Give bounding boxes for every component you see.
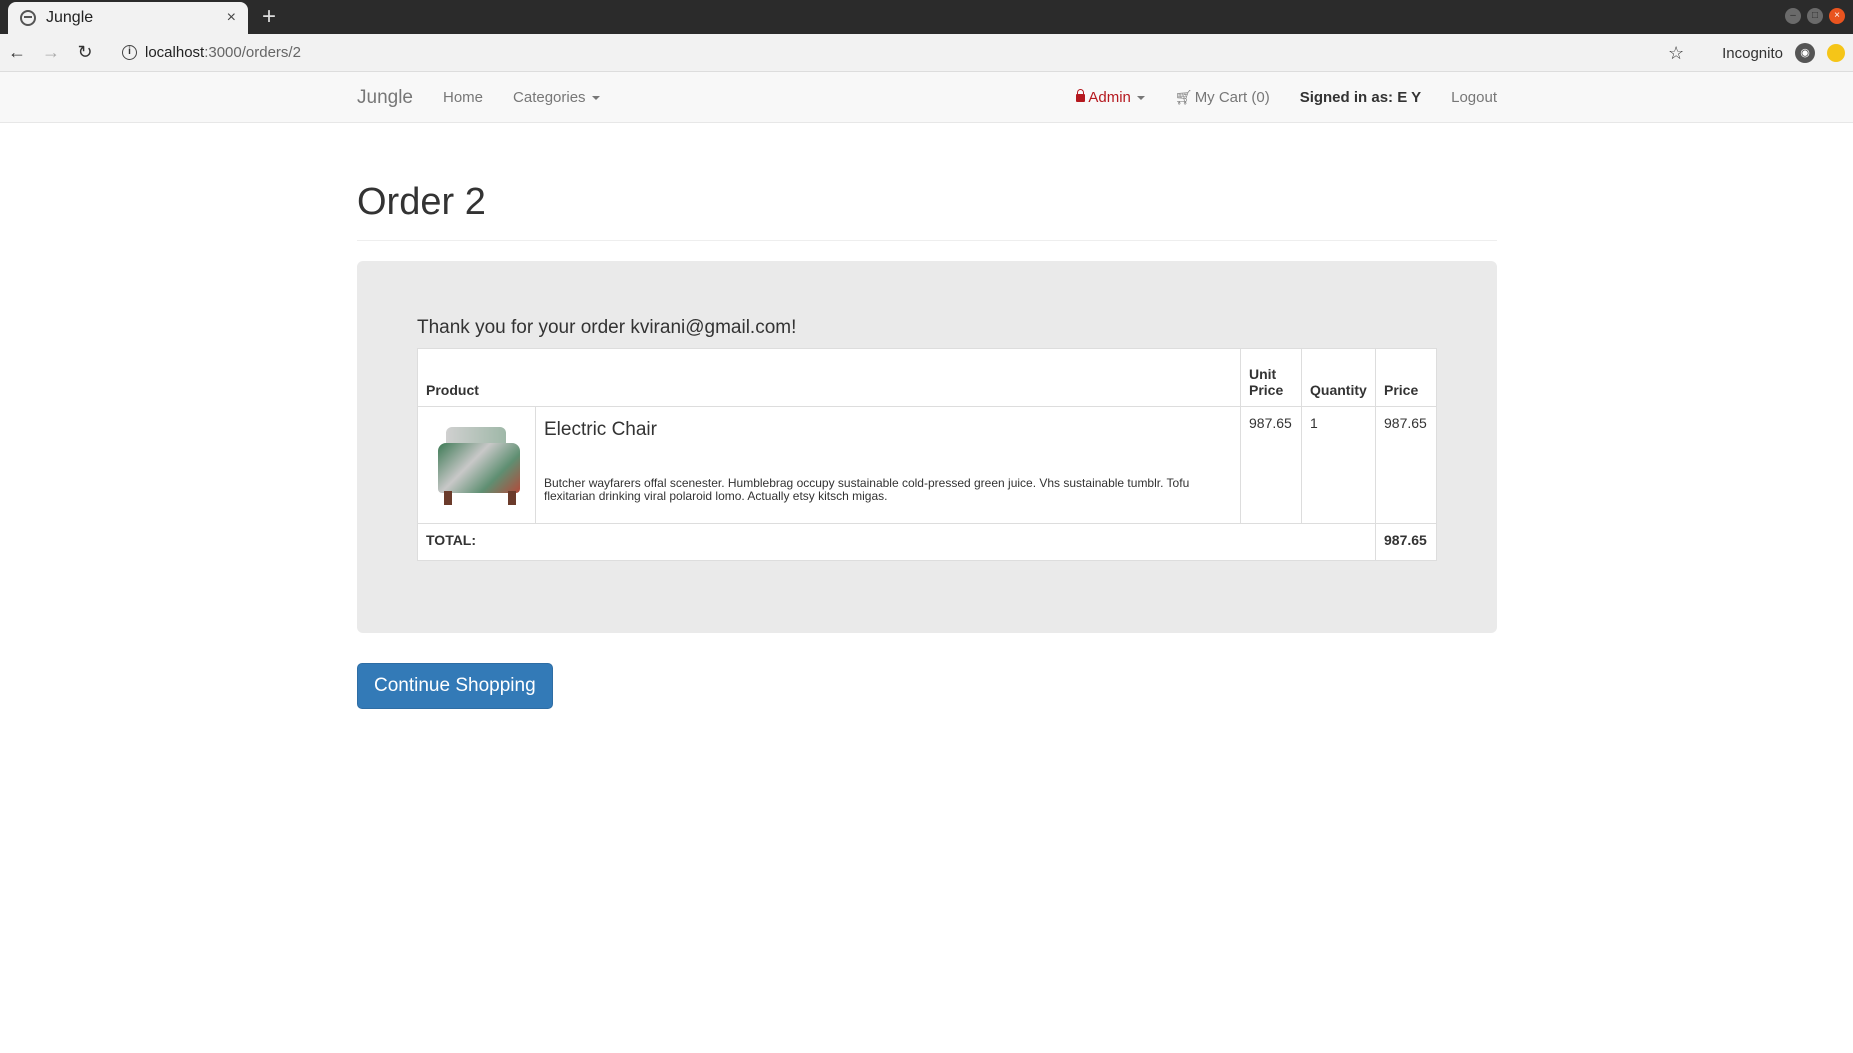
navbar-right: Admin 🛒︎ My Cart (0) Signed in as: E Y Lo… (1076, 89, 1497, 106)
close-window-icon[interactable]: × (1829, 8, 1845, 24)
cart-label: My Cart (0) (1194, 89, 1270, 106)
brand-link[interactable]: Jungle (357, 87, 413, 109)
table-header-row: Product Unit Price Quantity Price (417, 348, 1437, 407)
toolbar-right: ☆ Incognito ◉ (1668, 34, 1845, 72)
site-navbar: Jungle Home Categories Admin 🛒︎ My Cart (… (0, 72, 1853, 123)
page-title: Order 2 (357, 181, 486, 223)
categories-label: Categories (513, 89, 586, 106)
header-price: Price (1375, 348, 1437, 407)
total-row: TOTAL: 987.65 (417, 523, 1437, 561)
unit-price-cell: 987.65 (1240, 406, 1302, 524)
continue-shopping-button[interactable]: Continue Shopping (357, 663, 553, 709)
product-image (426, 415, 526, 515)
admin-dropdown[interactable]: Admin (1076, 89, 1145, 106)
quantity-cell: 1 (1301, 406, 1376, 524)
total-value: 987.65 (1375, 523, 1437, 561)
reload-icon[interactable]: ↻ (68, 42, 102, 63)
lock-icon (1076, 89, 1086, 102)
cart-icon: 🛒︎ (1174, 89, 1193, 105)
url-host: localhost (145, 44, 205, 61)
caret-down-icon (1136, 96, 1145, 101)
back-arrow-icon[interactable]: ← (0, 42, 34, 63)
cart-link[interactable]: 🛒︎ My Cart (0) (1175, 89, 1270, 106)
nav-home-link[interactable]: Home (443, 89, 483, 106)
browser-tabstrip: Jungle × + – □ × (0, 0, 1853, 34)
product-name: Electric Chair (544, 419, 657, 440)
product-image-cell (417, 406, 536, 524)
header-product: Product (417, 348, 1241, 407)
window-controls: – □ × (1785, 8, 1845, 24)
browser-toolbar: ← → ↻ i localhost:3000/orders/2 ☆ Incogn… (0, 34, 1853, 72)
product-description: Butcher wayfarers offal scenester. Humbl… (544, 476, 1190, 503)
extension-icon[interactable] (1827, 44, 1845, 62)
admin-label: Admin (1088, 89, 1131, 106)
total-label: TOTAL: (417, 523, 1376, 561)
address-bar[interactable]: i localhost:3000/orders/2 (122, 44, 301, 61)
minimize-icon[interactable]: – (1785, 8, 1801, 24)
incognito-icon[interactable]: ◉ (1795, 43, 1815, 63)
bookmark-star-icon[interactable]: ☆ (1668, 43, 1684, 64)
browser-tab[interactable]: Jungle × (8, 2, 248, 34)
page-content: Order 2 Thank you for your order kvirani… (357, 123, 1497, 709)
navbar-container: Jungle Home Categories Admin 🛒︎ My Cart (… (357, 72, 1497, 123)
table-row: Electric Chair Butcher wayfarers offal s… (417, 406, 1437, 524)
tab-close-icon[interactable]: × (227, 9, 236, 27)
url-path: :3000/orders/2 (204, 44, 301, 61)
order-summary-panel: Thank you for your order kvirani@gmail.c… (357, 261, 1497, 633)
price-cell: 987.65 (1375, 406, 1437, 524)
forward-arrow-icon[interactable]: → (34, 42, 68, 63)
signed-in-user: Signed in as: E Y (1299, 89, 1422, 106)
header-quantity: Quantity (1301, 348, 1376, 407)
info-icon[interactable]: i (122, 45, 137, 60)
new-tab-button[interactable]: + (262, 3, 276, 31)
order-table: Product Unit Price Quantity Price Electr… (417, 348, 1437, 561)
page-header: Order 2 (357, 181, 1497, 241)
caret-down-icon (591, 96, 600, 101)
incognito-label[interactable]: Incognito (1722, 45, 1783, 62)
globe-icon (20, 10, 36, 26)
thank-you-message: Thank you for your order kvirani@gmail.c… (417, 317, 797, 338)
product-info-cell: Electric Chair Butcher wayfarers offal s… (535, 406, 1241, 524)
header-unit-price: Unit Price (1240, 348, 1302, 407)
logout-link[interactable]: Logout (1451, 89, 1497, 106)
maximize-icon[interactable]: □ (1807, 8, 1823, 24)
tab-title: Jungle (46, 9, 94, 26)
categories-dropdown[interactable]: Categories (513, 89, 600, 106)
